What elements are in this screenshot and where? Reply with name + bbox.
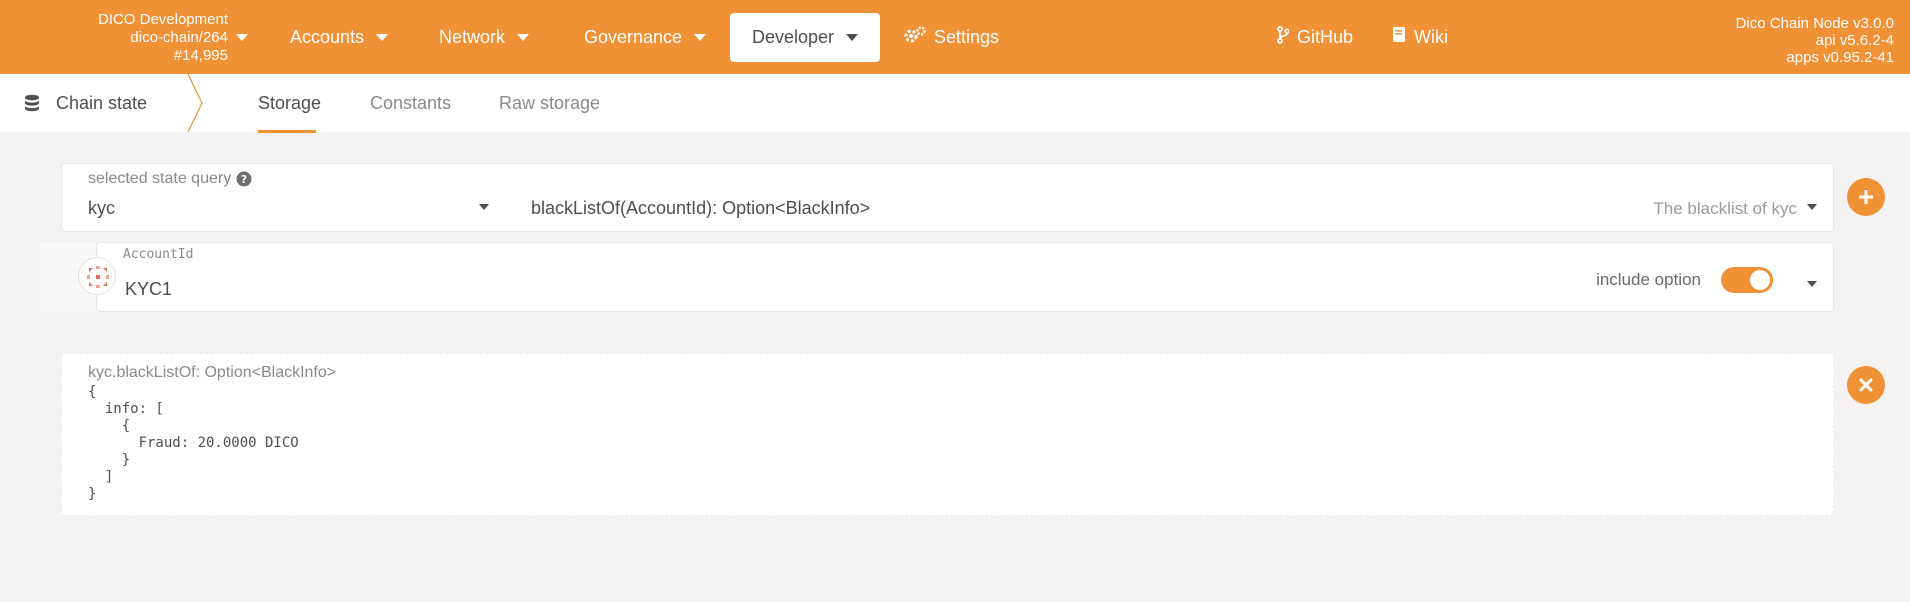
nav-developer[interactable]: Developer (730, 13, 880, 62)
svg-text:?: ? (241, 173, 247, 186)
code-branch-icon (1277, 25, 1290, 49)
node-name: Dico Chain Node v3.0.0 (1735, 15, 1894, 32)
chain-spec: dico-chain/264 (130, 29, 228, 46)
account-id-input[interactable]: KYC1 (125, 279, 172, 300)
query-result: kyc.blackListOf: Option<BlackInfo> { inf… (61, 353, 1834, 516)
chain-caret-icon[interactable] (236, 34, 248, 41)
module-dropdown[interactable]: kyc (88, 198, 115, 219)
chevron-down-icon (376, 33, 389, 41)
apps-version: apps v0.95.2-41 (1786, 49, 1894, 66)
chevron-down-icon (846, 34, 859, 41)
close-icon (1859, 378, 1873, 392)
method-dropdown[interactable]: blackListOf(AccountId): Option<BlackInfo… (531, 198, 870, 219)
active-tab-indicator (258, 130, 316, 133)
top-navbar: DICO Development dico-chain/264 #14,995 … (0, 0, 1910, 74)
chevron-down-icon (694, 33, 707, 41)
sub-navbar: Chain state Storage Constants Raw storag… (0, 74, 1910, 132)
breadcrumb-separator (187, 74, 203, 132)
nav-network[interactable]: Network (439, 0, 530, 74)
plus-icon (1859, 190, 1873, 204)
include-option-label: include option (1596, 270, 1701, 289)
nav-wiki[interactable]: Wiki (1392, 0, 1448, 74)
toggle-knob (1750, 270, 1770, 290)
database-icon (25, 94, 39, 112)
chevron-down-icon[interactable] (1807, 204, 1817, 210)
node-info: Dico Chain Node v3.0.0 api v5.6.2-4 apps… (1736, 15, 1894, 66)
section-title: Chain state (24, 74, 147, 132)
tab-raw-storage[interactable]: Raw storage (499, 74, 600, 132)
query-label: selected state query ? (88, 170, 252, 188)
add-query-button[interactable] (1847, 178, 1885, 216)
result-output: { info: [ { Fraud: 20.0000 DICO } ] } (88, 384, 299, 502)
remove-query-button[interactable] (1847, 366, 1885, 404)
gears-icon (904, 25, 926, 49)
nav-governance[interactable]: Governance (584, 0, 707, 74)
nav-github[interactable]: GitHub (1277, 0, 1353, 74)
question-circle-icon[interactable]: ? (236, 171, 252, 187)
param-label: AccountId (123, 247, 194, 262)
method-description: The blacklist of kyc (1653, 199, 1797, 218)
state-query-selector: selected state query ? kyc blackListOf(A… (61, 163, 1834, 232)
chain-name: DICO Development (97, 11, 228, 28)
chevron-down-icon[interactable] (479, 204, 489, 210)
include-option-toggle[interactable] (1721, 267, 1773, 293)
nav-accounts[interactable]: Accounts (290, 0, 389, 74)
chevron-down-icon (517, 33, 530, 41)
identicon-avatar[interactable] (78, 257, 116, 295)
nav-settings[interactable]: Settings (904, 0, 999, 74)
chevron-down-icon[interactable] (1807, 281, 1817, 287)
tab-constants[interactable]: Constants (370, 74, 451, 132)
account-id-param: AccountId KYC1 include option (96, 242, 1834, 312)
api-version: api v5.6.2-4 (1815, 32, 1894, 49)
tab-storage[interactable]: Storage (258, 74, 321, 132)
block-number: #14,995 (173, 47, 228, 64)
chain-selector[interactable]: DICO Development dico-chain/264 #14,995 (60, 11, 228, 65)
book-icon (1392, 26, 1406, 48)
result-label: kyc.blackListOf: Option<BlackInfo> (88, 364, 337, 381)
